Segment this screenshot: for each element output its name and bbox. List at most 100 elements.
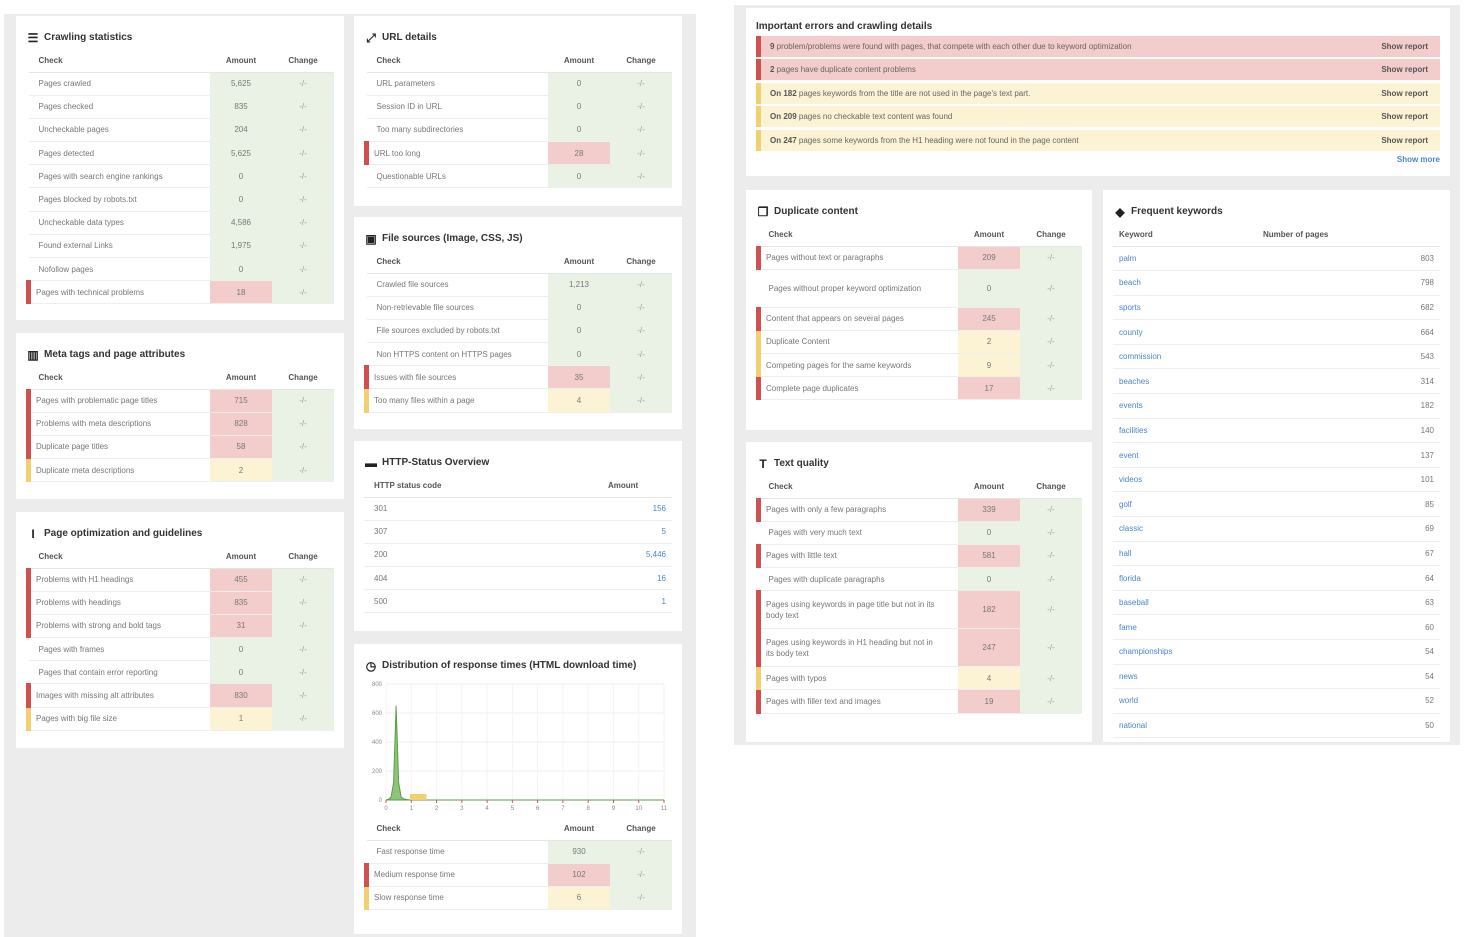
status-amount[interactable]: 16 xyxy=(574,566,672,591)
keyword-link[interactable]: videos xyxy=(1113,467,1263,493)
keyword-link[interactable]: beaches xyxy=(1113,368,1263,395)
keyword-link[interactable]: palm xyxy=(1113,246,1263,272)
keyword-link[interactable]: county xyxy=(1113,319,1263,345)
keyword-link[interactable]: florida xyxy=(1113,565,1263,591)
table-row[interactable]: Slow response time 6 -/- xyxy=(364,886,672,911)
table-row[interactable]: Pages with little text 581 -/- xyxy=(756,544,1082,569)
table-row[interactable]: Pages with only a few paragraphs 339 -/- xyxy=(756,498,1082,522)
table-row[interactable]: Session ID in URL 0 -/- xyxy=(366,95,672,119)
table-row[interactable]: Content that appears on several pages 245… xyxy=(756,307,1082,331)
keyword-link[interactable]: news xyxy=(1113,664,1263,690)
change-value: -/- xyxy=(272,187,334,212)
check-header: Check xyxy=(366,818,548,841)
table-row[interactable]: Pages detected 5,625 -/- xyxy=(28,141,334,166)
table-row[interactable]: Non-retrievable file sources 0 -/- xyxy=(366,296,672,320)
table-row[interactable]: Pages without proper keyword optimizatio… xyxy=(758,269,1082,308)
keyword-link[interactable]: golf xyxy=(1113,491,1263,518)
check-label: Crawled file sources xyxy=(366,273,548,297)
table-row[interactable]: Problems with H1 headings 455 -/- xyxy=(26,568,334,592)
keyword-link[interactable]: hall xyxy=(1113,541,1263,567)
table-row[interactable]: Pages using keywords in H1 heading but n… xyxy=(756,628,1082,668)
table-row[interactable]: Pages with typos 4 -/- xyxy=(756,666,1082,691)
table-row[interactable]: Crawled file sources 1,213 -/- xyxy=(366,273,672,297)
change-value: -/- xyxy=(272,614,334,639)
show-report-button[interactable]: Show report xyxy=(1381,112,1428,121)
keyword-link[interactable]: world xyxy=(1113,688,1263,714)
table-row[interactable]: Pages with search engine rankings 0 -/- xyxy=(28,164,334,189)
check-header: Check xyxy=(28,367,210,390)
show-report-button[interactable]: Show report xyxy=(1381,42,1428,51)
table-row: 404 16 xyxy=(364,566,672,591)
amount-value: 0 xyxy=(548,319,610,344)
table-row[interactable]: Uncheckable pages 204 -/- xyxy=(28,118,334,143)
change-value: -/- xyxy=(272,707,334,731)
table-row[interactable]: Pages with very much text 0 -/- xyxy=(758,521,1082,545)
table-row[interactable]: Questionable URLs 0 -/- xyxy=(366,164,672,189)
keyword-link[interactable]: beach xyxy=(1113,270,1263,296)
table-row[interactable]: Problems with strong and bold tags 31 -/- xyxy=(26,614,334,639)
change-value: -/- xyxy=(610,164,672,189)
table-row[interactable]: Problems with meta descriptions 828 -/- xyxy=(26,412,334,436)
table-row[interactable]: File sources excluded by robots.txt 0 -/- xyxy=(366,319,672,344)
error-text: pages keywords from the title are not us… xyxy=(796,88,1031,98)
change-value: -/- xyxy=(272,164,334,189)
table-row[interactable]: Pages with big file size 1 -/- xyxy=(26,707,334,731)
table-row[interactable]: Duplicate page titles 58 -/- xyxy=(26,435,334,460)
amount-value: 0 xyxy=(548,342,610,367)
table-row[interactable]: Duplicate Content 2 -/- xyxy=(756,330,1082,355)
amount-value: 1,213 xyxy=(548,273,610,297)
table-row[interactable]: Pages crawled 5,625 -/- xyxy=(28,72,334,96)
status-amount[interactable]: 5 xyxy=(574,520,672,544)
keyword-link[interactable]: events xyxy=(1113,393,1263,419)
text-quality-title: T Text quality xyxy=(756,452,1082,476)
table-row[interactable]: Issues with file sources 35 -/- xyxy=(364,365,672,390)
table-row[interactable]: Problems with headings 835 -/- xyxy=(26,591,334,615)
table-row[interactable]: Non HTTPS content on HTTPS pages 0 -/- xyxy=(366,342,672,367)
table-row[interactable]: Nofollow pages 0 -/- xyxy=(28,257,334,282)
show-report-button[interactable]: Show report xyxy=(1381,89,1428,98)
keyword-link[interactable]: national xyxy=(1113,713,1263,739)
keyword-link[interactable]: sports xyxy=(1113,295,1263,321)
table-row[interactable]: Competing pages for the same keywords 9 -/… xyxy=(756,353,1082,378)
show-report-button[interactable]: Show report xyxy=(1381,136,1428,145)
amount-value: 581 xyxy=(958,544,1020,569)
table-row[interactable]: Images with missing alt attributes 830 -/- xyxy=(26,683,334,708)
keyword-link[interactable]: classic xyxy=(1113,516,1263,542)
keyword-count: 798 xyxy=(1263,270,1440,296)
table-row[interactable]: Too many files within a page 4 -/- xyxy=(364,388,672,413)
table-row[interactable]: Uncheckable data types 4,586 -/- xyxy=(28,211,334,235)
show-more-link[interactable]: Show more xyxy=(756,155,1440,164)
table-row[interactable]: Too many subdirectories 0 -/- xyxy=(366,118,672,143)
table-row[interactable]: Pages with filler text and images 19 -/- xyxy=(756,689,1082,714)
table-row[interactable]: Pages blocked by robots.txt 0 -/- xyxy=(28,187,334,212)
table-row[interactable]: Pages without text or paragraphs 209 -/- xyxy=(756,246,1082,270)
table-row[interactable]: Pages that contain error reporting 0 -/- xyxy=(28,660,334,685)
table-row[interactable]: URL parameters 0 -/- xyxy=(366,72,672,96)
keyword-link[interactable]: event xyxy=(1113,442,1263,468)
table-row[interactable]: Medium response time 102 -/- xyxy=(364,863,672,887)
check-label: Questionable URLs xyxy=(366,164,548,189)
status-amount[interactable]: 156 xyxy=(574,497,672,521)
check-label: Duplicate page titles xyxy=(26,435,210,460)
status-amount[interactable]: 5,446 xyxy=(574,543,672,568)
table-row[interactable]: Pages checked 835 -/- xyxy=(28,95,334,119)
change-value: -/- xyxy=(610,840,672,864)
table-row[interactable]: URL too long 28 -/- xyxy=(364,141,672,166)
table-row[interactable]: Pages using keywords in page title but n… xyxy=(756,590,1082,630)
keyword-link[interactable]: championships xyxy=(1113,639,1263,665)
keyword-link[interactable]: baseball xyxy=(1113,590,1263,616)
amount-value: 2 xyxy=(958,330,1020,355)
keyword-link[interactable]: facilities xyxy=(1113,418,1263,444)
table-row[interactable]: Found external Links 1,975 -/- xyxy=(28,234,334,259)
table-row[interactable]: Duplicate meta descriptions 2 -/- xyxy=(26,458,334,483)
keyword-link[interactable]: commission xyxy=(1113,344,1263,370)
table-row[interactable]: Pages with problematic page titles 715 -/- xyxy=(26,389,334,413)
table-row[interactable]: Pages with frames 0 -/- xyxy=(28,637,334,662)
table-row[interactable]: Pages with duplicate paragraphs 0 -/- xyxy=(758,567,1082,592)
table-row[interactable]: Pages with technical problems 18 -/- xyxy=(26,280,334,305)
show-report-button[interactable]: Show report xyxy=(1381,65,1428,74)
table-row[interactable]: Fast response time 930 -/- xyxy=(366,840,672,864)
table-row[interactable]: Complete page duplicates 17 -/- xyxy=(756,376,1082,401)
keyword-link[interactable]: fame xyxy=(1113,614,1263,640)
status-amount[interactable]: 1 xyxy=(574,589,672,614)
